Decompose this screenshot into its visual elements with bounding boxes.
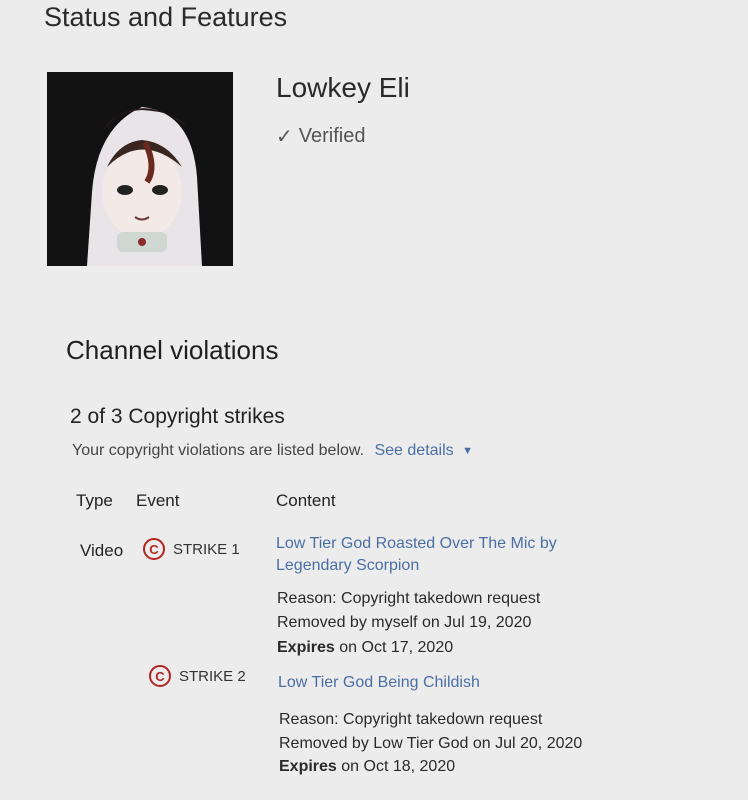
description-text: Your copyright violations are listed bel… (72, 442, 365, 459)
content-link[interactable]: Low Tier God Being Childish (278, 672, 480, 694)
expires-text: Expires on Oct 18, 2020 (279, 757, 455, 777)
copyright-icon: C (149, 665, 171, 687)
reason-text: Reason: Copyright takedown request (279, 711, 543, 728)
section-title: Channel violations (66, 335, 279, 365)
copyright-icon: C (143, 538, 165, 560)
caret-down-icon[interactable]: ▼ (462, 445, 473, 457)
verified-label: Verified (298, 125, 366, 147)
strike-badge: C STRIKE 1 (143, 538, 240, 560)
column-header-type: Type (76, 491, 113, 510)
content-title-line[interactable]: Low Tier God Roasted Over The Mic by (276, 533, 557, 555)
expires-label: Expires (279, 758, 337, 775)
content-title-line[interactable]: Legendary Scorpion (276, 555, 557, 577)
channel-name: Lowkey Eli (276, 72, 410, 103)
removed-text: Removed by myself on Jul 19, 2020 (277, 614, 532, 631)
page-title: Status and Features (44, 2, 288, 32)
removed-text: Removed by Low Tier God on Jul 20, 2020 (279, 735, 583, 752)
reason-text: Reason: Copyright takedown request (277, 590, 541, 607)
row-type: Video (80, 541, 124, 560)
strike-label: STRIKE 2 (179, 667, 246, 685)
content-link[interactable]: Low Tier God Roasted Over The Mic by Leg… (276, 533, 557, 577)
expires-date: on Oct 17, 2020 (334, 639, 454, 656)
strikes-description: Your copyright violations are listed bel… (72, 442, 473, 460)
expires-date: on Oct 18, 2020 (336, 758, 456, 775)
expires-label: Expires (277, 639, 335, 656)
checkmark-icon: ✓ (276, 126, 293, 148)
strike-label: STRIKE 1 (173, 540, 240, 558)
verified-status: ✓ Verified (276, 124, 365, 149)
strike-summary: 2 of 3 Copyright strikes (70, 405, 285, 428)
avatar (47, 72, 233, 266)
expires-text: Expires on Oct 17, 2020 (277, 638, 453, 658)
see-details-link[interactable]: See details (374, 442, 453, 459)
column-header-content: Content (276, 491, 336, 510)
strike-badge: C STRIKE 2 (149, 665, 246, 687)
column-header-event: Event (136, 491, 180, 510)
